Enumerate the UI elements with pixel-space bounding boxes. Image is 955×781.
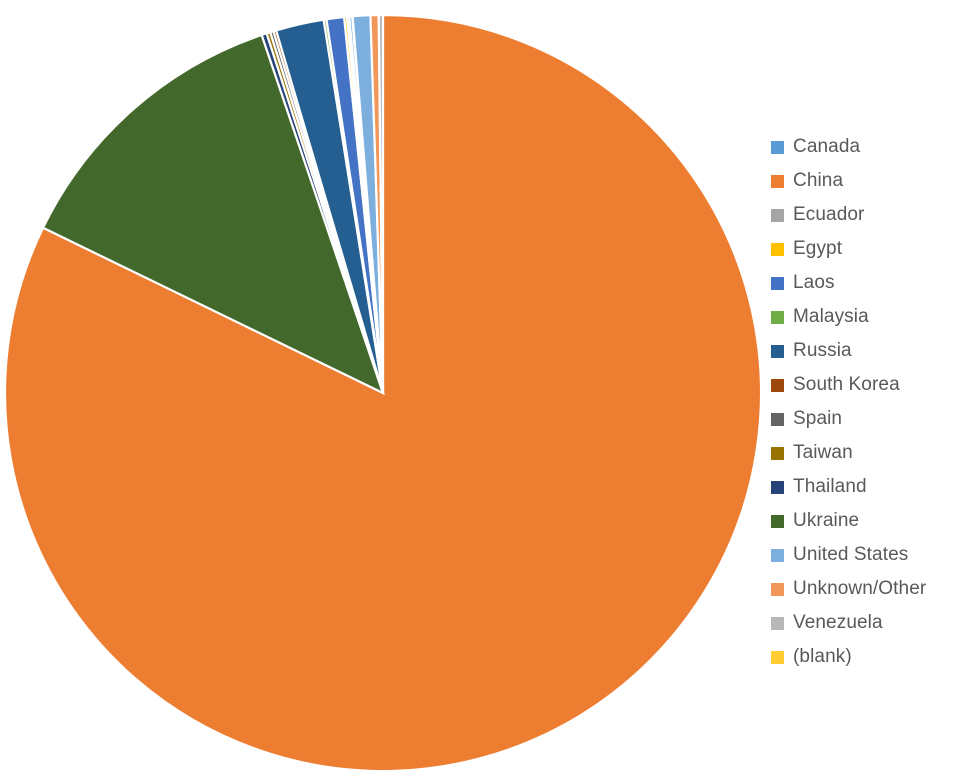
legend-item-label: Unknown/Other: [793, 578, 927, 599]
chart-legend: Canada China Ecuador Egypt Laos Malaysia Russi…: [768, 130, 955, 670]
legend-item-label: Ukraine: [793, 510, 860, 531]
legend-item[interactable]: Spain: [768, 402, 955, 436]
legend-item-label: Russia: [793, 340, 852, 361]
legend-swatch-icon: [771, 582, 784, 596]
legend-item[interactable]: (blank): [768, 640, 955, 674]
legend-item-label: Spain: [793, 408, 843, 429]
legend-swatch-icon: [771, 174, 784, 188]
legend-swatch-icon: [771, 616, 784, 630]
pie-slice-group: [3, 13, 763, 773]
legend-item[interactable]: Taiwan: [768, 436, 955, 470]
legend-swatch-icon: [771, 378, 784, 392]
legend-swatch-icon: [771, 480, 784, 494]
legend-swatch-icon: [771, 276, 784, 290]
legend-item[interactable]: Unknown/Other: [768, 572, 955, 606]
legend-swatch-icon: [771, 514, 784, 528]
legend-item-label: Egypt: [793, 238, 843, 259]
legend-item[interactable]: China: [768, 164, 955, 198]
legend-swatch-icon: [771, 548, 784, 562]
legend-item[interactable]: United States: [768, 538, 955, 572]
legend-item-label: Taiwan: [793, 442, 853, 463]
legend-item-label: Thailand: [793, 476, 867, 497]
legend-item-label: South Korea: [793, 374, 900, 395]
legend-item[interactable]: Laos: [768, 266, 955, 300]
legend-item[interactable]: Canada: [768, 130, 955, 164]
legend-item[interactable]: Thailand: [768, 470, 955, 504]
legend-item[interactable]: South Korea: [768, 368, 955, 402]
legend-item-label: United States: [793, 544, 909, 565]
legend-item[interactable]: Malaysia: [768, 300, 955, 334]
legend-item[interactable]: Russia: [768, 334, 955, 368]
legend-item-label: (blank): [793, 646, 852, 667]
legend-item-label: Malaysia: [793, 306, 869, 327]
pie-svg: [3, 13, 763, 773]
legend-swatch-icon: [771, 208, 784, 222]
legend-swatch-icon: [771, 140, 784, 154]
legend-swatch-icon: [771, 310, 784, 324]
legend-item-label: China: [793, 170, 844, 191]
legend-item-label: Ecuador: [793, 204, 865, 225]
legend-swatch-icon: [771, 650, 784, 664]
legend-item-label: Venezuela: [793, 612, 883, 633]
legend-swatch-icon: [771, 412, 784, 426]
legend-item[interactable]: Ecuador: [768, 198, 955, 232]
legend-swatch-icon: [771, 446, 784, 460]
pie-plot-area: [0, 0, 768, 781]
legend-swatch-icon: [771, 344, 784, 358]
legend-item[interactable]: Venezuela: [768, 606, 955, 640]
legend-swatch-icon: [771, 242, 784, 256]
legend-item-label: Laos: [793, 272, 835, 293]
pie-chart-figure: Canada China Ecuador Egypt Laos Malaysia Russi…: [0, 0, 955, 781]
legend-item-label: Canada: [793, 136, 861, 157]
legend-item[interactable]: Ukraine: [768, 504, 955, 538]
legend-item[interactable]: Egypt: [768, 232, 955, 266]
